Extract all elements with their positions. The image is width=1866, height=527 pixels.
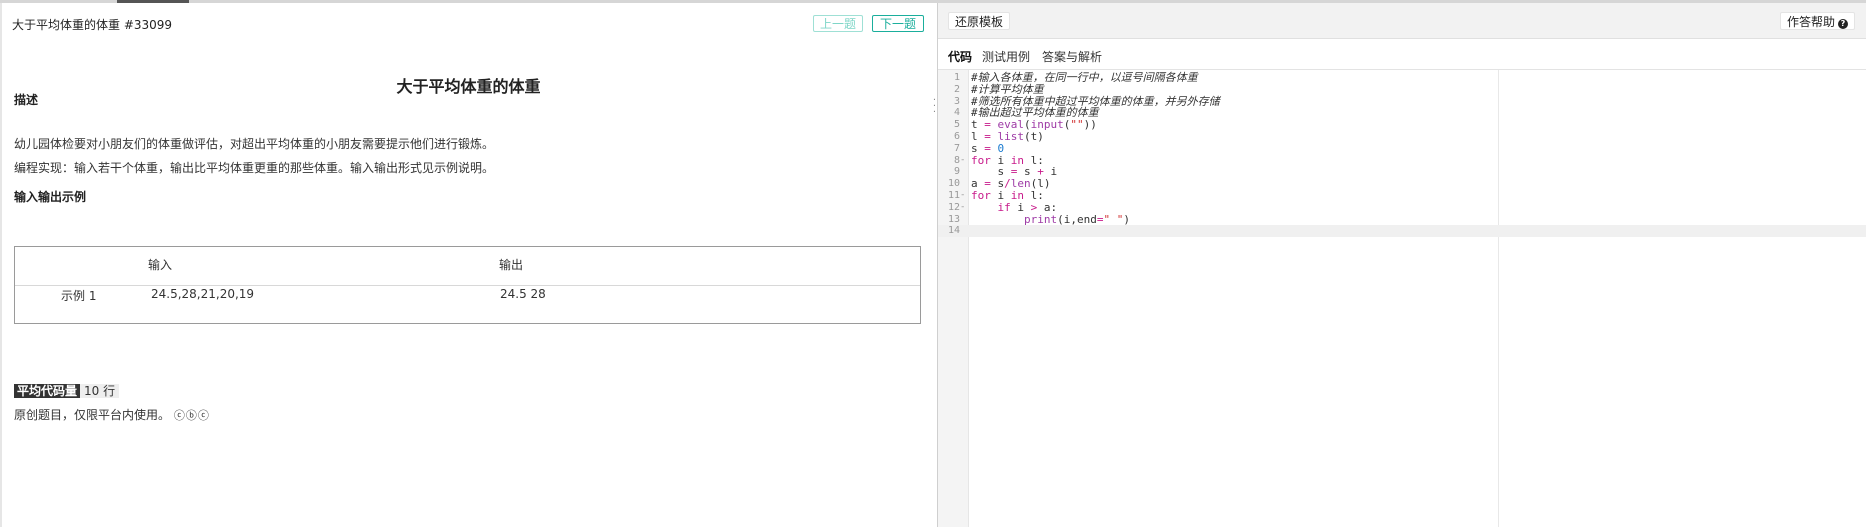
code-line[interactable]: 10 a = s/len(l)	[938, 178, 1866, 190]
editor-toolbar: 还原模板 作答帮助?	[938, 3, 1866, 39]
code-line[interactable]: 9 s = s + i	[938, 166, 1866, 178]
problem-title: 大于平均体重的体重 #33099	[12, 18, 173, 32]
line-number: 3	[953, 95, 960, 107]
code-line[interactable]: 1 #输入各体重，在同一行中，以逗号间隔各体重	[938, 72, 1866, 84]
tab-answer-analysis[interactable]: 答案与解析	[1042, 48, 1102, 65]
code-line[interactable]: 5t = eval(input(""))	[938, 119, 1866, 131]
problem-panel: 大于平均体重的体重 #33099 上一题 下一题 大于平均体重的体重 描述 幼儿…	[0, 3, 937, 527]
avg-code-badge: 平均代码量 10 行	[14, 384, 120, 398]
prev-problem-button[interactable]: 上一题	[813, 15, 863, 32]
line-number: 9	[953, 166, 960, 178]
code-line[interactable]: 6 l = list(t)	[938, 131, 1866, 143]
line-number: 2	[953, 83, 960, 95]
license-note: 原创题目，仅限平台内使用。 ⓒⓑⓒ	[14, 406, 210, 423]
io-example-table: 输入 输出 示例 1 24.5,28,21,20,19 24.5 28	[14, 246, 921, 324]
line-number: 10	[947, 178, 960, 190]
editor-tabs: 代码 测试用例 答案与解析	[938, 39, 1866, 70]
code-lines[interactable]: 1 #输入各体重，在同一行中，以逗号间隔各体重 2 #计算平均体重 3 #筛选所有体重…	[938, 72, 1866, 238]
description-paragraph-1: 幼儿园体检要对小朋友们的体重做评估，对超出平均体重的小朋友需要提示他们进行锻炼。	[14, 137, 495, 151]
col-header-input: 输入	[148, 258, 173, 272]
code-line[interactable]: 12- if i > a:	[938, 201, 1866, 214]
answer-help-label: 作答帮助	[1786, 15, 1835, 29]
line-number: 14	[947, 225, 960, 237]
code-text: l = list(t)	[971, 129, 1044, 143]
fold-toggle-icon[interactable]: -	[960, 190, 968, 202]
code-editor[interactable]: 1 #输入各体重，在同一行中，以逗号间隔各体重 2 #计算平均体重 3 #筛选所有体重…	[938, 70, 1866, 527]
restore-template-button[interactable]: 还原模板	[948, 12, 1011, 30]
code-line[interactable]: 11- for i in l:	[938, 190, 1866, 202]
io-example-label: 输入输出示例	[14, 190, 87, 204]
description-label: 描述	[14, 93, 39, 107]
line-number: 13	[947, 213, 960, 225]
code-text: #计算平均体重	[971, 82, 1044, 96]
row-label-example-1: 示例 1	[61, 289, 97, 303]
tab-code[interactable]: 代码	[948, 48, 972, 65]
license-text: 原创题目，仅限平台内使用。	[14, 408, 171, 422]
line-number: 5	[953, 119, 960, 131]
code-text: print(i,end=" ")	[1023, 212, 1130, 226]
line-number: 6	[953, 130, 960, 142]
fold-toggle-icon[interactable]: -	[960, 155, 968, 167]
code-line-current[interactable]: 14	[938, 225, 1866, 238]
next-problem-button[interactable]: 下一题	[872, 15, 924, 32]
line-number: 7	[953, 142, 960, 154]
problem-headline: 大于平均体重的体重	[396, 77, 541, 96]
col-header-output: 输出	[499, 258, 524, 272]
line-number: 12	[947, 201, 960, 213]
description-paragraph-2: 编程实现：输入若干个体重，输出比平均体重更重的那些体重。输入输出形式见示例说明。	[14, 161, 495, 175]
code-line[interactable]: 8- for i in l:	[938, 154, 1866, 167]
avg-code-value: 10 行	[80, 384, 120, 398]
answer-help-button[interactable]: 作答帮助?	[1779, 12, 1855, 30]
fold-toggle-icon[interactable]: -	[960, 202, 968, 214]
avg-code-label: 平均代码量	[14, 384, 81, 398]
editor-panel: 还原模板 作答帮助? 代码 测试用例 答案与解析 1 #输入各体重，在同一行中，以…	[938, 3, 1866, 527]
code-line[interactable]: 7s = 0	[938, 142, 1866, 155]
line-number: 1	[953, 72, 960, 83]
drag-handle-icon[interactable]: · · ·	[932, 96, 937, 120]
line-number: 8	[953, 154, 960, 166]
example-input-value: 24.5,28,21,20,19	[151, 287, 255, 301]
line-number: 4	[953, 107, 960, 119]
example-output-value: 24.5 28	[500, 287, 546, 301]
code-line[interactable]: 13 print(i,end=" ")	[938, 212, 1866, 226]
line-number: 11	[947, 189, 960, 201]
tab-test-cases[interactable]: 测试用例	[982, 48, 1030, 65]
question-icon: ?	[1838, 19, 1848, 29]
code-line[interactable]: 2 #计算平均体重	[938, 82, 1866, 96]
creative-commons-icon[interactable]: ⓒⓑⓒ	[174, 409, 210, 422]
